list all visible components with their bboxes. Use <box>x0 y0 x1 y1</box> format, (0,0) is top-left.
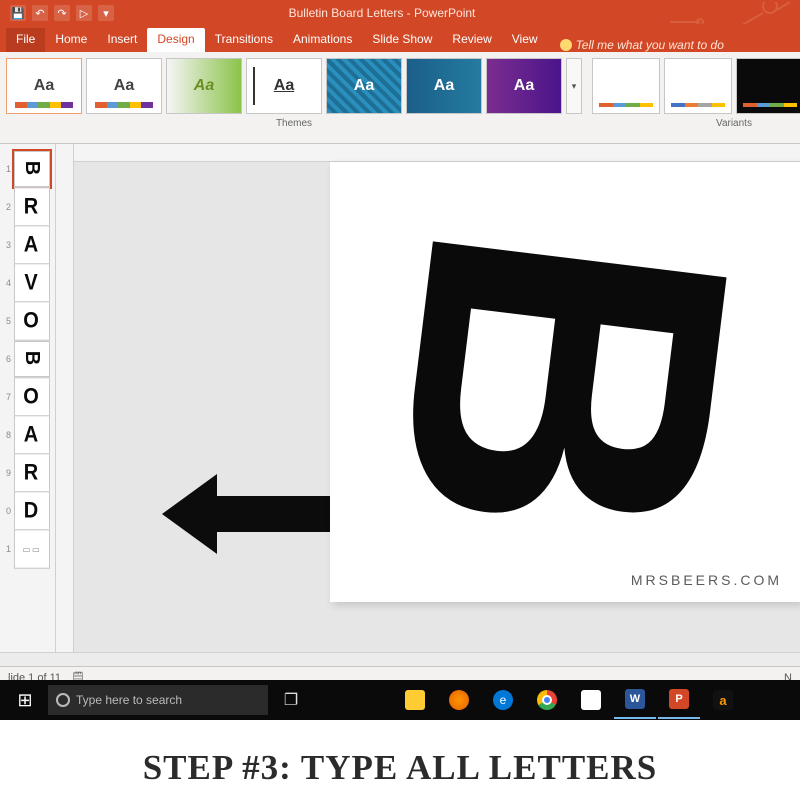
slide-thumbnail[interactable]: 7O <box>0 378 55 416</box>
file-explorer-button[interactable] <box>394 681 436 719</box>
themes-label: Themes <box>6 118 582 129</box>
qat-more-icon[interactable]: ▾ <box>98 5 114 21</box>
slide-thumbnail[interactable]: 3A <box>0 226 55 264</box>
window-title: Bulletin Board Letters - PowerPoint <box>124 6 640 20</box>
tell-me-search[interactable]: Tell me what you want to do <box>560 38 724 52</box>
redo-icon[interactable]: ↷ <box>54 5 70 21</box>
firefox-icon <box>449 690 469 710</box>
tab-design[interactable]: Design <box>147 28 204 52</box>
word-button[interactable]: W <box>614 681 656 719</box>
tab-home[interactable]: Home <box>45 28 97 52</box>
title-decoration <box>640 0 800 26</box>
undo-icon[interactable]: ↶ <box>32 5 48 21</box>
vertical-ruler <box>56 144 74 652</box>
title-bar: 💾 ↶ ↷ ▷ ▾ Bulletin Board Letters - Power… <box>0 0 800 26</box>
windows-logo-icon: ⊞ <box>17 690 32 711</box>
tab-animations[interactable]: Animations <box>283 28 362 52</box>
tab-file[interactable]: File <box>6 28 45 52</box>
firefox-button[interactable] <box>438 681 480 719</box>
windows-taskbar: ⊞ Type here to search ❐ e 🛍 W P a <box>0 680 800 720</box>
slide-thumbnail-panel[interactable]: 1B 2R 3A 4V 5O 6B 7O 8A 9R 0D 1▭▭ <box>0 144 56 652</box>
slide-canvas[interactable]: B MRSBEERS.COM <box>330 162 800 602</box>
quick-access-toolbar: 💾 ↶ ↷ ▷ ▾ <box>0 1 124 25</box>
themes-more-button[interactable]: ▾ <box>566 58 582 114</box>
variant-thumbnail[interactable] <box>592 58 660 114</box>
tell-me-label: Tell me what you want to do <box>576 38 724 52</box>
tab-slideshow[interactable]: Slide Show <box>362 28 442 52</box>
theme-thumbnail[interactable]: Aa <box>86 58 162 114</box>
slide-thumbnail[interactable]: 5O <box>0 302 55 340</box>
task-view-button[interactable]: ❐ <box>270 681 312 719</box>
powerpoint-window: 💾 ↶ ↷ ▷ ▾ Bulletin Board Letters - Power… <box>0 0 800 680</box>
theme-thumbnail[interactable]: Aa <box>246 58 322 114</box>
amazon-button[interactable]: a <box>702 681 744 719</box>
powerpoint-button[interactable]: P <box>658 681 700 719</box>
chrome-icon <box>537 690 557 710</box>
svg-text:B: B <box>330 202 800 559</box>
edge-icon: e <box>493 690 513 710</box>
store-button[interactable]: 🛍 <box>570 681 612 719</box>
slide-thumbnail[interactable]: 0D <box>0 492 55 530</box>
slide-thumbnail[interactable]: 9R <box>0 454 55 492</box>
slide-thumbnail[interactable]: 1B <box>0 150 55 188</box>
ribbon-tabs: File Home Insert Design Transitions Anim… <box>0 26 800 52</box>
watermark-text: MRSBEERS.COM <box>631 572 782 588</box>
notes-indicator-icon[interactable]: 🗒 <box>71 671 85 680</box>
lightbulb-icon <box>560 39 572 51</box>
taskbar-search[interactable]: Type here to search <box>48 685 268 715</box>
tab-insert[interactable]: Insert <box>97 28 147 52</box>
notes-button[interactable]: N <box>784 672 792 681</box>
ribbon-body: Aa Aa Aa Aa Aa Aa Aa ▾ Themes Variants <box>0 52 800 144</box>
slide-thumbnail[interactable]: 6B <box>0 340 55 378</box>
slide-thumbnail[interactable]: 2R <box>0 188 55 226</box>
edge-button[interactable]: e <box>482 681 524 719</box>
store-icon: 🛍 <box>581 690 601 710</box>
tab-transitions[interactable]: Transitions <box>205 28 283 52</box>
slide-thumbnail[interactable]: 4V <box>0 264 55 302</box>
horizontal-scrollbar[interactable] <box>0 652 800 666</box>
task-view-icon: ❐ <box>284 690 298 710</box>
theme-thumbnail[interactable]: Aa <box>326 58 402 114</box>
variants-group: Variants <box>592 58 800 129</box>
horizontal-ruler <box>74 144 800 162</box>
powerpoint-icon: P <box>669 689 689 709</box>
chrome-button[interactable] <box>526 681 568 719</box>
theme-thumbnail[interactable]: Aa <box>166 58 242 114</box>
slide-canvas-area: B MRSBEERS.COM <box>74 144 800 652</box>
variants-label: Variants <box>592 118 800 129</box>
amazon-icon: a <box>713 690 733 710</box>
step-caption: STEP #3: TYPE ALL LETTERS <box>0 720 800 788</box>
theme-thumbnail[interactable]: Aa <box>6 58 82 114</box>
start-button[interactable]: ⊞ <box>4 681 46 719</box>
status-bar: lide 1 of 11 🗒 N <box>0 666 800 680</box>
start-icon[interactable]: ▷ <box>76 5 92 21</box>
theme-thumbnail[interactable]: Aa <box>406 58 482 114</box>
theme-thumbnail[interactable]: Aa <box>486 58 562 114</box>
search-placeholder: Type here to search <box>76 693 182 707</box>
variant-thumbnail[interactable] <box>664 58 732 114</box>
themes-group: Aa Aa Aa Aa Aa Aa Aa ▾ Themes <box>6 58 582 129</box>
workspace: 1B 2R 3A 4V 5O 6B 7O 8A 9R 0D 1▭▭ B <box>0 144 800 652</box>
variant-thumbnail[interactable] <box>736 58 800 114</box>
tab-review[interactable]: Review <box>442 28 501 52</box>
folder-icon <box>405 690 425 710</box>
cortana-circle-icon <box>56 693 70 707</box>
slide-thumbnail[interactable]: 1▭▭ <box>0 530 55 568</box>
slide-letter-b: B <box>330 162 800 602</box>
word-icon: W <box>625 689 645 709</box>
slide-counter: lide 1 of 11 <box>8 672 61 681</box>
save-icon[interactable]: 💾 <box>10 5 26 21</box>
slide-thumbnail[interactable]: 8A <box>0 416 55 454</box>
tab-view[interactable]: View <box>502 28 548 52</box>
